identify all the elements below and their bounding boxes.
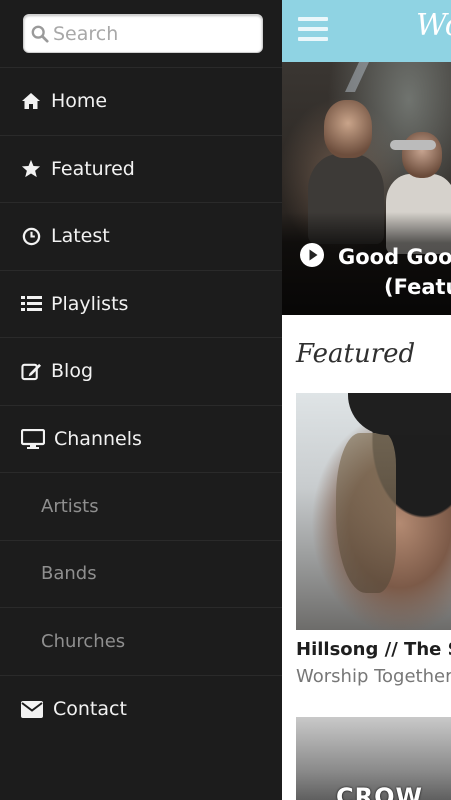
menu-label: Featured	[51, 157, 135, 180]
menu-label: Bands	[41, 563, 97, 585]
list-icon	[20, 293, 42, 315]
menu-item-playlists[interactable]: Playlists	[0, 271, 282, 338]
menu-label: Latest	[51, 225, 110, 248]
menu-label: Home	[51, 90, 108, 113]
menu-item-home[interactable]: Home	[0, 68, 282, 136]
menu-subitem-artists[interactable]: Artists	[0, 473, 282, 541]
menu-item-contact[interactable]: Contact	[0, 676, 282, 744]
search-input[interactable]	[53, 22, 243, 45]
main-content: Wo Good Good (Featu Featured Hillsong //…	[282, 0, 451, 800]
menu-item-featured[interactable]: Featured	[0, 136, 282, 203]
menu-label: Channels	[54, 427, 142, 450]
home-icon	[20, 90, 42, 112]
envelope-icon	[20, 698, 44, 720]
sidebar-menu: Home Featured Latest Playlists Blog Chan…	[0, 0, 282, 800]
monitor-icon	[20, 428, 46, 450]
clock-icon	[20, 225, 42, 247]
featured-heading: Featured	[296, 339, 416, 369]
star-icon	[20, 158, 42, 180]
menu-item-channels[interactable]: Channels	[0, 406, 282, 473]
brand-logo[interactable]: Wo	[416, 8, 451, 43]
hero-title-line2: (Featu	[384, 275, 451, 299]
hero-video[interactable]: Good Good (Featu	[282, 62, 451, 315]
menu-label: Churches	[41, 630, 126, 652]
top-bar: Wo	[282, 0, 451, 62]
featured-card-subtitle: Worship Together	[296, 666, 451, 687]
featured-card[interactable]: Hillsong // The St Worship Together	[282, 393, 451, 687]
play-icon[interactable]	[300, 243, 324, 267]
featured-card-thumbnail[interactable]	[296, 393, 451, 630]
menu-label: Playlists	[51, 292, 129, 315]
menu-label: Artists	[41, 495, 99, 517]
menu-subitem-bands[interactable]: Bands	[0, 541, 282, 608]
hamburger-menu-icon[interactable]	[298, 17, 328, 43]
menu-item-blog[interactable]: Blog	[0, 338, 282, 406]
featured-card-title[interactable]: Hillsong // The St	[296, 639, 451, 660]
thumbnail-text: CROW	[336, 783, 423, 800]
menu-label: Contact	[53, 698, 127, 721]
edit-icon	[20, 360, 42, 382]
search-area	[0, 0, 282, 68]
menu-subitem-churches[interactable]: Churches	[0, 608, 282, 676]
menu-item-latest[interactable]: Latest	[0, 203, 282, 271]
search-icon	[31, 25, 49, 43]
hero-title[interactable]: Good Good (Featu	[338, 242, 451, 302]
menu-label: Blog	[51, 360, 93, 383]
featured-card-2-thumbnail[interactable]: CROW	[296, 717, 451, 800]
hero-title-line1: Good Good	[338, 245, 451, 269]
search-box[interactable]	[23, 14, 263, 53]
